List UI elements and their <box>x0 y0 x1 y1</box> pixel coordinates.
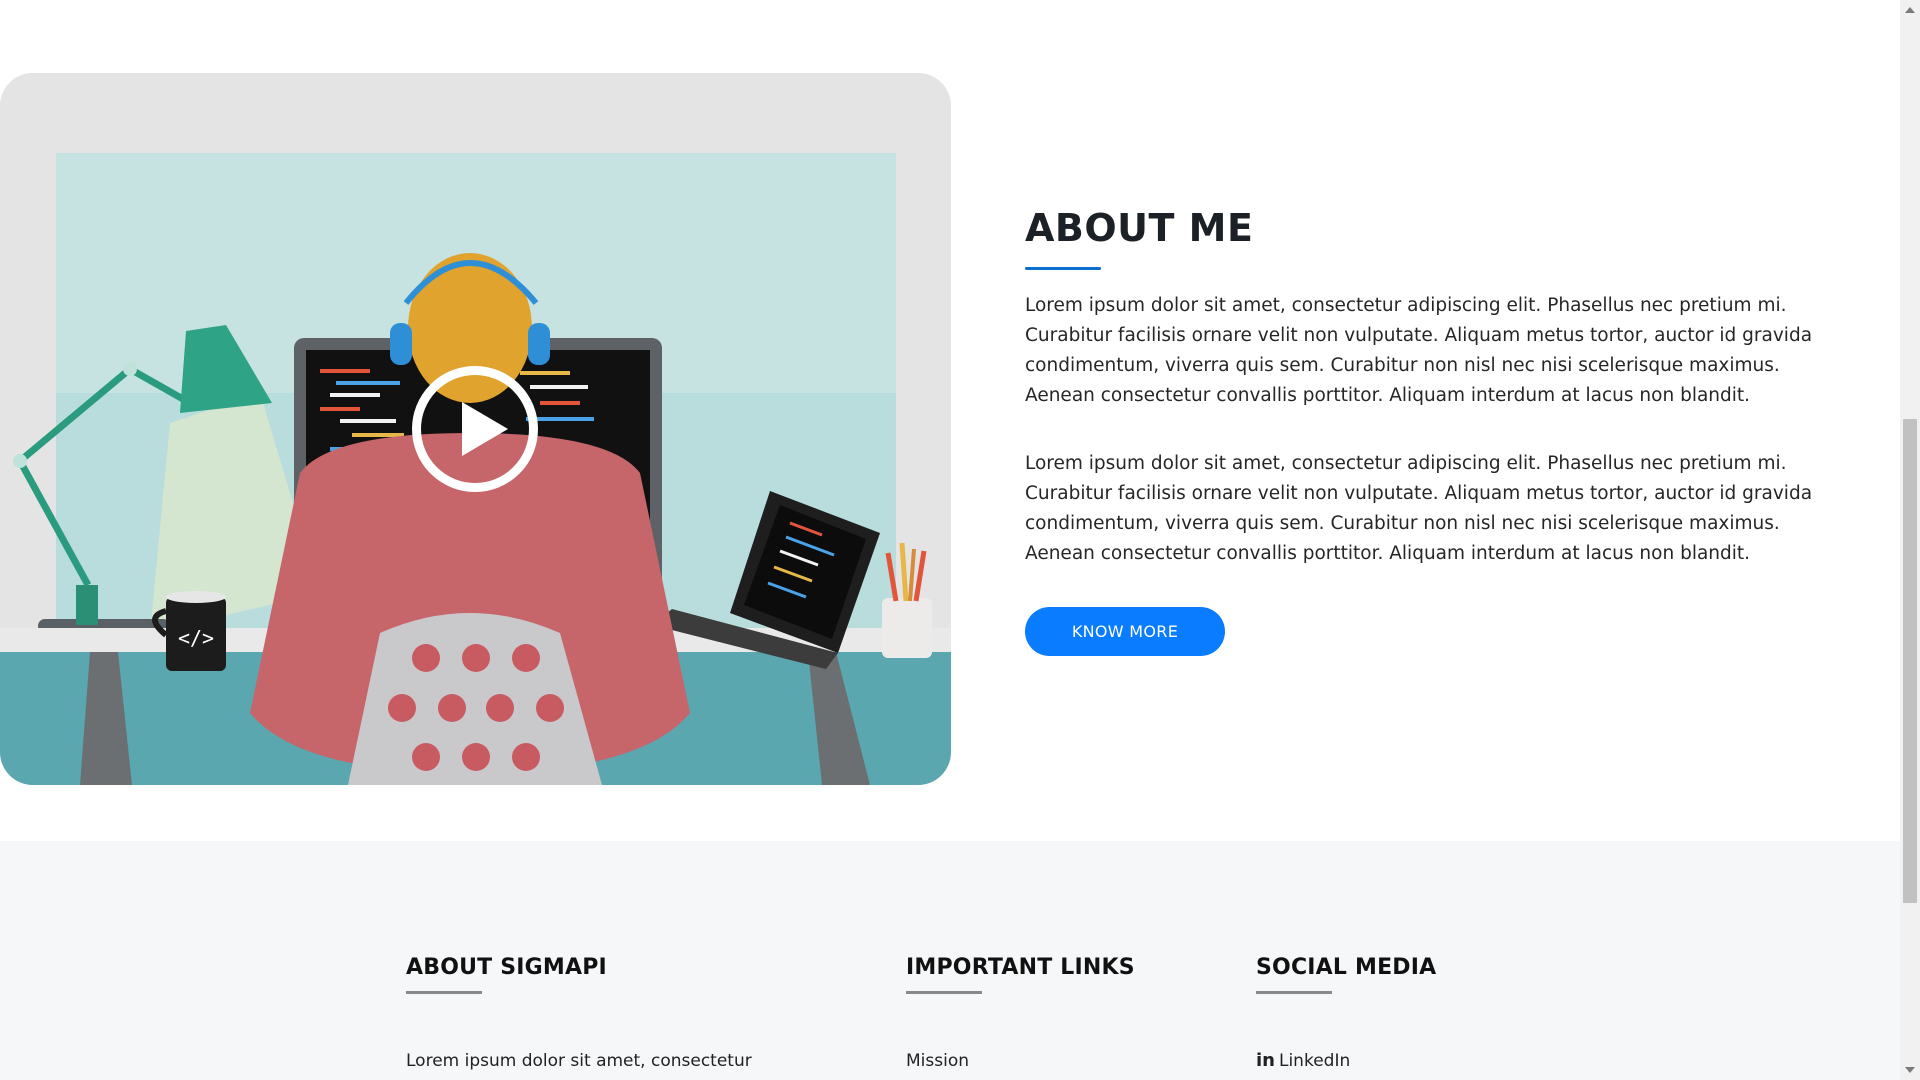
footer-heading-about: ABOUT SIGMAPI <box>406 955 607 980</box>
linkedin-icon: in <box>1256 1050 1275 1071</box>
vertical-scrollbar[interactable] <box>1900 0 1920 1080</box>
footer-link-mission[interactable]: Mission <box>906 1050 1135 1072</box>
footer-heading-links: IMPORTANT LINKS <box>906 955 1135 980</box>
title-underline <box>1025 267 1101 270</box>
footer: ABOUT SIGMAPI Lorem ipsum dolor sit amet… <box>0 841 1900 1080</box>
footer-about-text: Lorem ipsum dolor sit amet, consectetur <box>406 1051 752 1071</box>
about-title: ABOUT ME <box>1025 206 1254 250</box>
footer-col-social: SOCIAL MEDIA in LinkedIn <box>1256 953 1436 1072</box>
about-content: ABOUT ME Lorem ipsum dolor sit amet, con… <box>1025 205 1815 656</box>
about-paragraph-2: Lorem ipsum dolor sit amet, consectetur … <box>1025 453 1813 564</box>
footer-col-links: IMPORTANT LINKS Mission <box>906 953 1135 1072</box>
scroll-up-arrow-icon[interactable] <box>1905 7 1915 13</box>
mug-label: </> <box>178 626 214 650</box>
play-button[interactable] <box>412 366 538 492</box>
footer-underline <box>406 991 482 994</box>
scroll-down-arrow-icon[interactable] <box>1905 1067 1915 1073</box>
footer-col-about: ABOUT SIGMAPI Lorem ipsum dolor sit amet… <box>406 953 752 1072</box>
know-more-button[interactable]: KNOW MORE <box>1025 607 1225 656</box>
footer-underline <box>906 991 982 994</box>
about-section: </> ABOUT ME Lorem ipsum dolor sit amet,… <box>0 0 1900 841</box>
video-thumbnail[interactable]: </> <box>0 73 951 785</box>
footer-heading-social: SOCIAL MEDIA <box>1256 955 1437 980</box>
footer-underline <box>1256 991 1332 994</box>
play-icon <box>462 402 508 456</box>
about-paragraph-1: Lorem ipsum dolor sit amet, consectetur … <box>1025 295 1813 406</box>
linkedin-label: LinkedIn <box>1278 1051 1351 1071</box>
scrollbar-thumb[interactable] <box>1903 419 1917 903</box>
footer-link-linkedin[interactable]: in LinkedIn <box>1256 1050 1436 1072</box>
